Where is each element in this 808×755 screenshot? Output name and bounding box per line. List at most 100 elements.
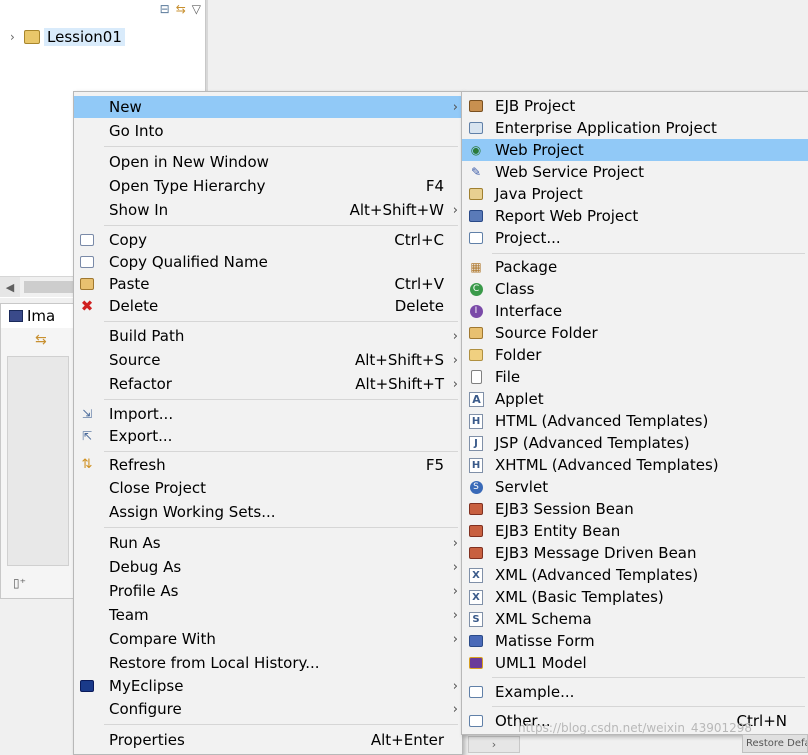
submenu-item-xml-basic-templates[interactable]: X XML (Basic Templates) — [462, 586, 808, 608]
refresh-icon: ⇅ — [81, 457, 93, 472]
view-menu-icon[interactable]: ▽ — [192, 2, 201, 20]
source-folder-icon — [468, 325, 484, 341]
menu-item-run-as[interactable]: Run As › — [74, 532, 462, 554]
scroll-left-icon[interactable]: ◀ — [0, 277, 20, 297]
menu-item-copy-qualified-name[interactable]: Copy Qualified Name — [74, 251, 462, 273]
menu-separator — [492, 253, 805, 254]
submenu-item-applet[interactable]: A Applet — [462, 388, 808, 410]
submenu-item-java-project[interactable]: Java Project — [462, 183, 808, 205]
context-menu: New › Go Into Open in New Window Open Ty… — [73, 91, 463, 755]
restore-default-button[interactable]: Restore Default — [742, 734, 808, 753]
enterprise-application-project-icon — [468, 120, 484, 136]
folder-icon — [468, 347, 484, 363]
menu-item-export[interactable]: ⇱ Export... — [74, 425, 462, 447]
xml-file-icon: X — [469, 590, 483, 605]
submenu-item-xml-advanced-templates[interactable]: X XML (Advanced Templates) — [462, 564, 808, 586]
menu-item-open-type-hierarchy[interactable]: Open Type Hierarchy F4 — [74, 175, 462, 197]
lower-view: Ima ⇆ ▯⁺ — [0, 303, 75, 599]
menu-item-debug-as[interactable]: Debug As › — [74, 556, 462, 578]
submenu-item-class[interactable]: C Class — [462, 278, 808, 300]
submenu-arrow-icon: › — [452, 352, 458, 368]
submenu-item-source-folder[interactable]: Source Folder — [462, 322, 808, 344]
submenu-item-interface[interactable]: I Interface — [462, 300, 808, 322]
submenu-item-web-project[interactable]: ◉ Web Project — [462, 139, 808, 161]
sync-icon[interactable]: ⇆ — [35, 332, 47, 348]
submenu-item-example[interactable]: Example... — [462, 681, 808, 703]
submenu-item-ejb3-session-bean[interactable]: EJB3 Session Bean — [462, 498, 808, 520]
collapsed-tab[interactable]: › — [468, 736, 520, 753]
submenu-item-web-service-project[interactable]: ✎ Web Service Project — [462, 161, 808, 183]
submenu-item-report-web-project[interactable]: Report Web Project — [462, 205, 808, 227]
submenu-item-package[interactable]: ▦ Package — [462, 256, 808, 278]
menu-item-myeclipse[interactable]: MyEclipse › — [74, 675, 462, 697]
submenu-arrow-icon: › — [452, 701, 458, 717]
submenu-item-folder[interactable]: Folder — [462, 344, 808, 366]
menu-item-close-project[interactable]: Close Project — [74, 477, 462, 499]
menu-item-open-in-new-window[interactable]: Open in New Window — [74, 151, 462, 173]
web-project-icon: ◉ — [470, 143, 482, 157]
xml-schema-icon: S — [469, 612, 483, 627]
submenu-item-file[interactable]: File — [462, 366, 808, 388]
menu-separator — [104, 527, 458, 528]
menu-item-go-into[interactable]: Go Into — [74, 120, 462, 142]
watermark-text: https://blog.csdn.net/weixin_43901298 — [518, 721, 753, 735]
scrollbar-thumb[interactable] — [24, 281, 74, 293]
submenu-item-html-advanced-templates[interactable]: H HTML (Advanced Templates) — [462, 410, 808, 432]
menu-item-import[interactable]: ⇲ Import... — [74, 403, 462, 425]
package-icon: ▦ — [470, 260, 482, 274]
menu-separator — [104, 451, 458, 452]
submenu-arrow-icon: › — [452, 559, 458, 575]
menu-item-paste[interactable]: Paste Ctrl+V — [74, 273, 462, 295]
copy-icon — [79, 232, 95, 248]
menu-item-delete[interactable]: ✖ Delete Delete — [74, 295, 462, 317]
collapse-all-icon[interactable]: ⊟ — [160, 2, 170, 20]
file-icon — [468, 369, 484, 385]
menu-item-assign-working-sets[interactable]: Assign Working Sets... — [74, 501, 462, 523]
submenu-item-project[interactable]: Project... — [462, 227, 808, 249]
menu-item-copy[interactable]: Copy Ctrl+C — [74, 229, 462, 251]
menu-item-properties[interactable]: Properties Alt+Enter — [74, 729, 462, 751]
expand-chevron-icon[interactable]: › — [10, 30, 24, 44]
menu-item-source[interactable]: Source Alt+Shift+S › — [74, 349, 462, 371]
submenu-arrow-icon: › — [452, 631, 458, 647]
xml-file-icon: X — [469, 568, 483, 583]
menu-item-refresh[interactable]: ⇅ Refresh F5 — [74, 454, 462, 476]
menu-separator — [104, 399, 458, 400]
export-icon: ⇱ — [81, 429, 93, 443]
menu-item-new[interactable]: New › — [74, 96, 462, 118]
submenu-item-matisse-form[interactable]: Matisse Form — [462, 630, 808, 652]
submenu-item-xhtml-advanced-templates[interactable]: H XHTML (Advanced Templates) — [462, 454, 808, 476]
new-project-icon — [468, 230, 484, 246]
tree-item-project[interactable]: › Lession01 — [10, 26, 125, 48]
lower-view-content — [7, 356, 69, 566]
menu-item-profile-as[interactable]: Profile As › — [74, 580, 462, 602]
menu-item-show-in[interactable]: Show In Alt+Shift+W › — [74, 199, 462, 221]
java-project-icon — [468, 186, 484, 202]
menu-item-team[interactable]: Team › — [74, 604, 462, 626]
html-file-icon: H — [469, 414, 483, 429]
submenu-item-uml1-model[interactable]: UML1 Model — [462, 652, 808, 674]
menu-item-restore-from-local-history[interactable]: Restore from Local History... — [74, 652, 462, 674]
submenu-item-servlet[interactable]: S Servlet — [462, 476, 808, 498]
submenu-item-xml-schema[interactable]: S XML Schema — [462, 608, 808, 630]
menu-separator — [104, 225, 458, 226]
menu-item-build-path[interactable]: Build Path › — [74, 325, 462, 347]
menu-item-compare-with[interactable]: Compare With › — [74, 628, 462, 650]
submenu-arrow-icon: › — [452, 328, 458, 344]
submenu-item-ejb3-entity-bean[interactable]: EJB3 Entity Bean — [462, 520, 808, 542]
menu-separator — [104, 321, 458, 322]
new-item-icon[interactable]: ▯⁺ — [13, 576, 26, 590]
example-icon — [468, 684, 484, 700]
submenu-item-ejb3-message-driven-bean[interactable]: EJB3 Message Driven Bean — [462, 542, 808, 564]
explorer-toolbar: ⊟ ⇆ ▽ — [160, 2, 201, 20]
submenu-item-ejb-project[interactable]: EJB Project — [462, 95, 808, 117]
menu-separator — [492, 677, 805, 678]
link-with-editor-icon[interactable]: ⇆ — [176, 2, 186, 20]
menu-item-refactor[interactable]: Refactor Alt+Shift+T › — [74, 373, 462, 395]
menu-item-configure[interactable]: Configure › — [74, 698, 462, 720]
copy-qualified-name-icon — [79, 254, 95, 270]
submenu-arrow-icon: › — [452, 202, 458, 218]
view-tab[interactable]: Ima — [1, 304, 75, 328]
submenu-item-enterprise-application-project[interactable]: Enterprise Application Project — [462, 117, 808, 139]
submenu-item-jsp-advanced-templates[interactable]: J JSP (Advanced Templates) — [462, 432, 808, 454]
